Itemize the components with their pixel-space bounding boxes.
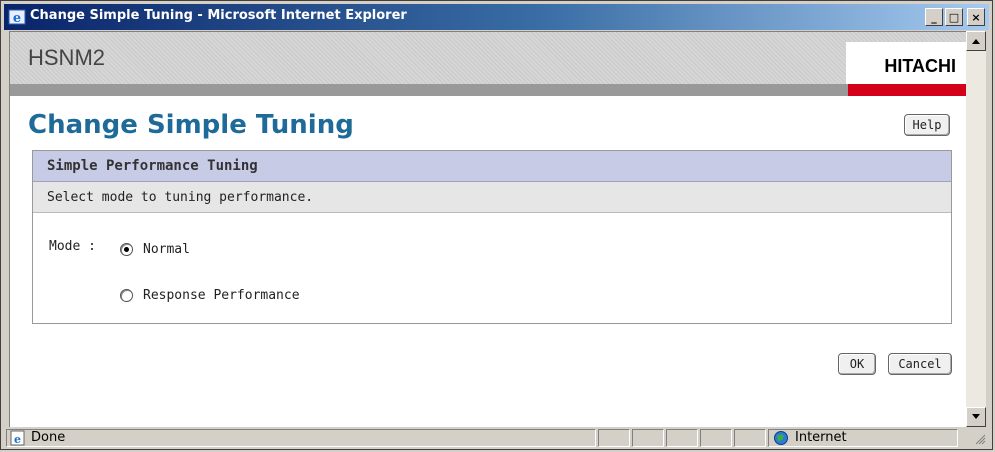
scroll-down-button[interactable] <box>966 407 986 427</box>
page-done-icon: e <box>10 430 25 446</box>
page-content: HSNM2 HITACHI Change Simple Tuning Help … <box>9 31 966 427</box>
mode-label: Mode : <box>49 239 96 254</box>
mode-response-performance-label[interactable]: Response Performance <box>143 288 300 303</box>
close-button[interactable]: × <box>967 8 985 26</box>
panel-header: Simple Performance Tuning <box>33 151 951 182</box>
status-pane-main: e Done <box>6 429 596 447</box>
panel-heading: Simple Performance Tuning <box>47 158 258 174</box>
minimize-icon: _ <box>931 10 937 24</box>
panel-instruction: Select mode to tuning performance. <box>47 190 314 205</box>
zone-text: Internet <box>795 430 847 445</box>
status-pane <box>700 429 732 447</box>
mode-response-performance-radio[interactable] <box>120 289 133 302</box>
internet-explorer-icon: e <box>8 9 26 26</box>
cancel-button[interactable]: Cancel <box>888 353 952 375</box>
svg-text:e: e <box>13 11 21 26</box>
status-bar: e Done Internet <box>4 427 989 449</box>
app-header: HSNM2 HITACHI <box>10 32 966 84</box>
scroll-down-icon <box>972 414 980 419</box>
brand-name: HITACHI <box>884 56 956 76</box>
brand-accent-bar <box>848 84 966 96</box>
browser-window: e Change Simple Tuning - Microsoft Inter… <box>0 0 993 450</box>
app-name: HSNM2 <box>28 45 106 70</box>
status-pane <box>666 429 698 447</box>
window-title: Change Simple Tuning - Microsoft Interne… <box>30 8 407 23</box>
vertical-scrollbar[interactable] <box>966 31 986 427</box>
scroll-up-button[interactable] <box>966 31 986 51</box>
status-pane <box>598 429 630 447</box>
status-text: Done <box>31 430 66 445</box>
ok-button[interactable]: OK <box>838 353 876 375</box>
minimize-button[interactable]: _ <box>925 8 943 26</box>
close-icon: × <box>971 10 981 24</box>
maximize-button[interactable]: □ <box>945 8 963 26</box>
header-divider <box>10 84 848 96</box>
status-pane <box>734 429 766 447</box>
tuning-panel: Simple Performance Tuning Select mode to… <box>32 150 952 324</box>
globe-icon <box>774 431 788 445</box>
status-pane <box>632 429 664 447</box>
title-bar[interactable]: e Change Simple Tuning - Microsoft Inter… <box>4 4 989 30</box>
security-zone-pane: Internet <box>768 429 958 447</box>
help-button[interactable]: Help <box>904 114 950 136</box>
mode-normal-radio[interactable] <box>120 243 133 256</box>
panel-instruction-bar: Select mode to tuning performance. <box>33 182 951 213</box>
brand-logo: HITACHI <box>846 42 966 84</box>
scroll-up-icon <box>972 39 980 44</box>
resize-grip-icon[interactable] <box>974 433 986 445</box>
maximize-icon: □ <box>948 10 960 24</box>
svg-text:e: e <box>14 433 21 446</box>
page-title: Change Simple Tuning <box>28 110 354 140</box>
mode-normal-label[interactable]: Normal <box>143 242 190 257</box>
